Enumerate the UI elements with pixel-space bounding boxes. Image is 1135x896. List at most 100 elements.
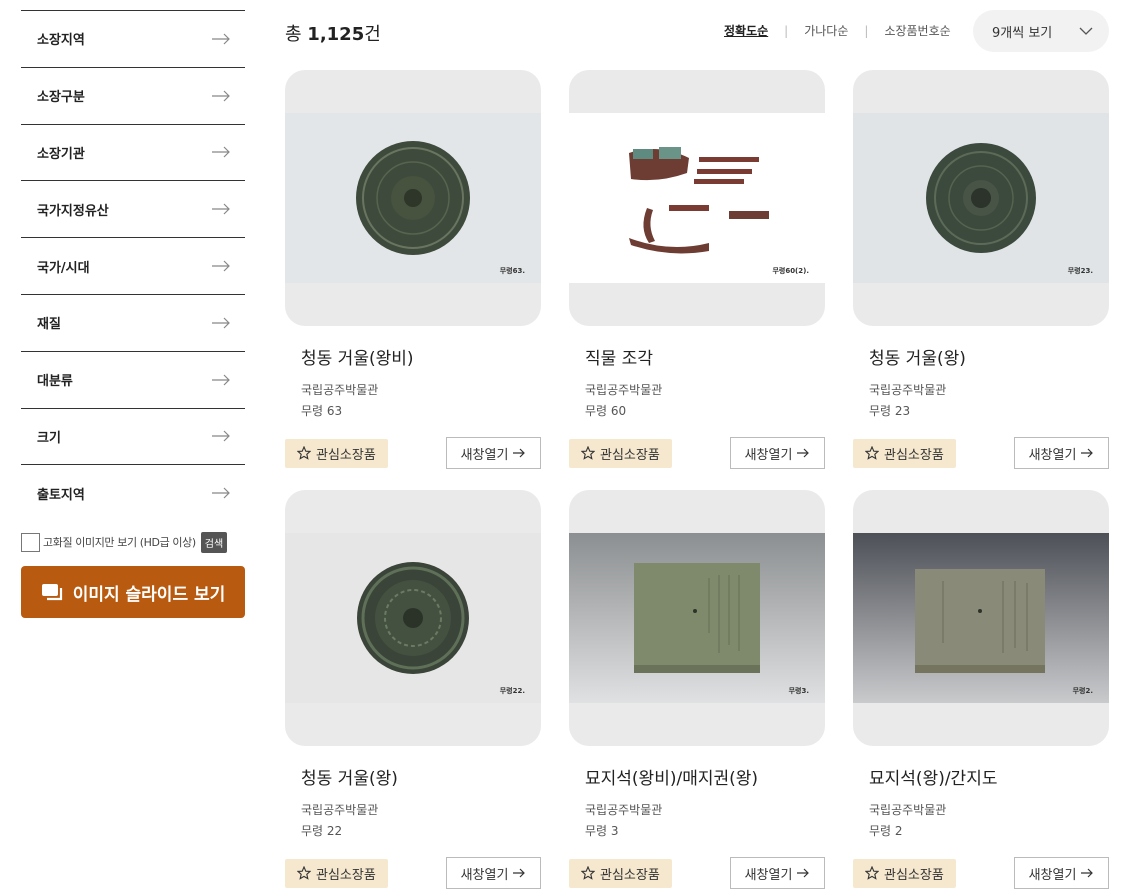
arrow-right-icon: [212, 147, 230, 158]
view-count-label: 9개씩 보기: [992, 25, 1053, 41]
hd-only-label[interactable]: 고화질 이미지만 보기 (HD급 이상): [43, 534, 196, 550]
collection-card: 무령63. 청동 거울(왕비) 국립공주박물관 무령 63 관심소장품 새창열기: [285, 70, 541, 469]
filter-item-national-heritage[interactable]: 국가지정유산: [21, 180, 245, 237]
card-actions: 관심소장품 새창열기: [285, 437, 541, 469]
filter-item-excavation-region[interactable]: 출토지역: [21, 464, 245, 521]
open-new-window-label: 새창열기: [460, 867, 509, 883]
card-actions: 관심소장품 새창열기: [853, 437, 1109, 469]
open-new-window-button[interactable]: 새창열기: [1014, 857, 1109, 889]
filter-label: 재질: [37, 317, 61, 333]
filter-label: 국가지정유산: [37, 203, 109, 219]
photo-tag: 무령22.: [499, 687, 525, 695]
chevron-down-icon: [1079, 27, 1093, 35]
card-id: 무령 3: [585, 824, 619, 838]
favorite-label: 관심소장품: [600, 447, 660, 463]
filter-label: 대분류: [37, 374, 73, 390]
filter-label: 국가/시대: [37, 260, 90, 276]
card-actions: 관심소장품 새창열기: [853, 857, 1109, 889]
card-actions: 관심소장품 새창열기: [569, 437, 825, 469]
card-image[interactable]: 무령63.: [285, 70, 541, 326]
favorite-button[interactable]: 관심소장품: [285, 438, 388, 468]
card-image[interactable]: 무령23.: [853, 70, 1109, 326]
favorite-button[interactable]: 관심소장품: [853, 858, 956, 888]
card-image[interactable]: 무령22.: [285, 490, 541, 746]
collection-card: 무령23. 청동 거울(왕) 국립공주박물관 무령 23 관심소장품 새창열기: [853, 70, 1109, 469]
view-count-select[interactable]: 9개씩 보기: [973, 10, 1109, 52]
photo-tag: 무령2.: [1072, 687, 1093, 695]
favorite-button[interactable]: 관심소장품: [569, 858, 672, 888]
card-id: 무령 22: [301, 824, 343, 838]
card-image[interactable]: 무령3.: [569, 490, 825, 746]
hd-only-checkbox[interactable]: [21, 532, 40, 552]
card-title[interactable]: 청동 거울(왕비): [285, 344, 541, 369]
star-icon: [865, 446, 879, 460]
arrow-right-icon: [212, 90, 230, 102]
sort-separator: |: [784, 23, 789, 38]
sort-accuracy[interactable]: 정확도순: [724, 22, 768, 39]
image-slide-button[interactable]: 이미지 슬라이드 보기: [21, 566, 245, 619]
open-new-window-button[interactable]: 새창열기: [730, 437, 825, 469]
card-museum: 국립공주박물관: [301, 803, 379, 817]
arrow-right-icon: [212, 203, 230, 215]
photo-tag: 무령23.: [1067, 267, 1093, 275]
card-actions: 관심소장품 새창열기: [569, 857, 825, 889]
card-museum: 국립공주박물관: [869, 383, 947, 397]
favorite-label: 관심소장품: [884, 867, 944, 883]
sort-collection-number[interactable]: 소장품번호순: [884, 22, 950, 39]
favorite-button[interactable]: 관심소장품: [285, 858, 388, 888]
filter-sidebar: 소장지역 소장구분 소장기관 국가지정유산 국가/시대 재질 대분류 크기 출토…: [21, 10, 245, 619]
hd-filter-row: 고화질 이미지만 보기 (HD급 이상) 검색: [21, 531, 245, 553]
star-icon: [581, 446, 595, 460]
open-new-window-button[interactable]: 새창열기: [446, 437, 541, 469]
card-title[interactable]: 묘지석(왕)/간지도: [853, 764, 1109, 789]
bronze-mirror-photo: [285, 113, 541, 283]
card-image[interactable]: 무령60(2).: [569, 70, 825, 326]
filter-item-category[interactable]: 대분류: [21, 350, 245, 408]
photo-tag: 무령60(2).: [772, 267, 809, 275]
arrow-right-icon: [513, 448, 526, 458]
card-museum: 국립공주박물관: [585, 803, 663, 817]
star-icon: [865, 866, 879, 880]
card-actions: 관심소장품 새창열기: [285, 857, 541, 889]
filter-item-country-period[interactable]: 국가/시대: [21, 237, 245, 294]
open-new-window-label: 새창열기: [1028, 447, 1077, 463]
filter-label: 소장구분: [37, 90, 85, 106]
photo-tag: 무령63.: [499, 267, 525, 275]
arrow-right-icon: [797, 448, 810, 458]
card-title[interactable]: 청동 거울(왕): [285, 764, 541, 789]
sort-alphabetical[interactable]: 가나다순: [804, 22, 848, 39]
card-title[interactable]: 직물 조각: [569, 344, 825, 369]
filter-item-institution[interactable]: 소장기관: [21, 123, 245, 181]
filter-item-collection-type[interactable]: 소장구분: [21, 66, 245, 124]
favorite-button[interactable]: 관심소장품: [853, 438, 956, 468]
card-title[interactable]: 청동 거울(왕): [853, 344, 1109, 369]
open-new-window-label: 새창열기: [744, 447, 793, 463]
open-new-window-button[interactable]: 새창열기: [1014, 437, 1109, 469]
total-prefix: 총: [285, 24, 302, 45]
search-button[interactable]: 검색: [200, 531, 228, 553]
arrow-right-icon: [212, 33, 230, 45]
card-title[interactable]: 묘지석(왕비)/매지권(왕): [569, 764, 825, 789]
arrow-right-icon: [1081, 448, 1094, 458]
textile-fragment-photo: [569, 113, 825, 283]
open-new-window-button[interactable]: 새창열기: [446, 857, 541, 889]
arrow-right-icon: [212, 487, 230, 499]
open-new-window-button[interactable]: 새창열기: [730, 857, 825, 889]
card-image[interactable]: 무령2.: [853, 490, 1109, 746]
filter-item-collection-region[interactable]: 소장지역: [21, 10, 245, 67]
favorite-label: 관심소장품: [316, 867, 376, 883]
arrow-right-icon: [212, 260, 230, 272]
card-museum: 국립공주박물관: [869, 803, 947, 817]
card-id: 무령 2: [869, 824, 903, 838]
sort-separator: |: [864, 23, 869, 38]
bronze-mirror-photo: [853, 113, 1109, 283]
favorite-button[interactable]: 관심소장품: [569, 438, 672, 468]
arrow-right-icon: [212, 317, 230, 329]
filter-label: 크기: [37, 430, 61, 446]
epitaph-stone-photo: [853, 533, 1109, 703]
result-total: 총 1,125건: [285, 20, 381, 46]
favorite-label: 관심소장품: [600, 867, 660, 883]
card-id: 무령 23: [869, 404, 911, 418]
filter-item-material[interactable]: 재질: [21, 293, 245, 351]
filter-item-size[interactable]: 크기: [21, 407, 245, 465]
